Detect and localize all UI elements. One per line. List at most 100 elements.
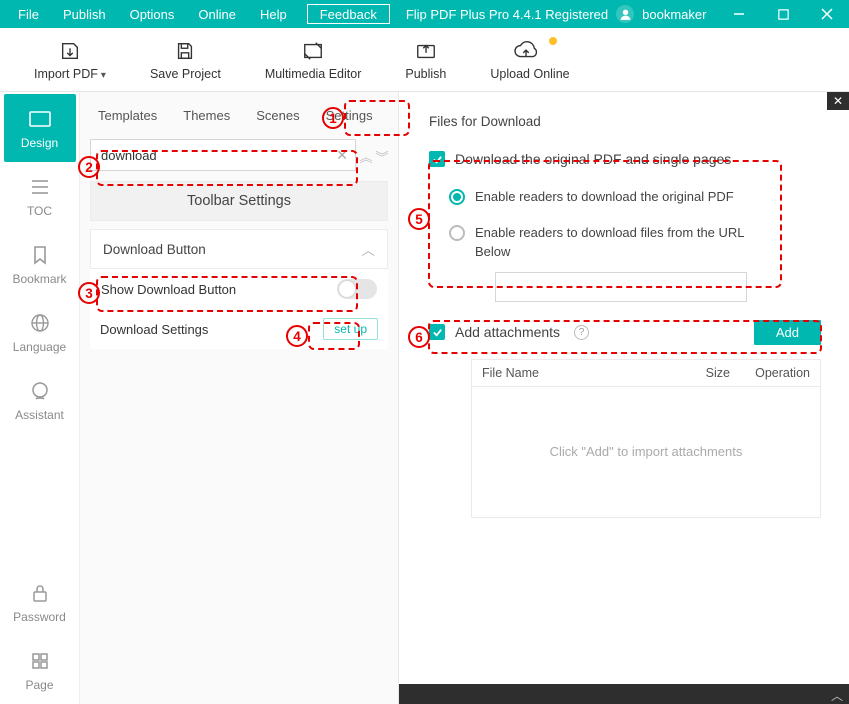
download-button-header[interactable]: Download Button ︿	[90, 229, 388, 269]
minimize-button[interactable]	[717, 0, 761, 28]
chevron-up-icon: ︿	[362, 239, 376, 259]
tab-themes[interactable]: Themes	[181, 106, 232, 125]
statusbar: ︿	[399, 684, 849, 704]
download-original-checkbox[interactable]	[429, 151, 445, 167]
notification-dot-icon	[549, 37, 557, 45]
save-project-button[interactable]: Save Project	[128, 28, 243, 92]
sidebar-page-label: Page	[25, 678, 53, 692]
close-button[interactable]	[805, 0, 849, 28]
upload-online-button[interactable]: Upload Online	[468, 28, 591, 92]
cloud-upload-icon	[513, 39, 547, 63]
sidebar-password-label: Password	[13, 610, 66, 624]
publish-label: Publish	[405, 67, 446, 81]
sidebar-item-bookmark[interactable]: Bookmark	[0, 230, 79, 298]
radio-circle-icon	[449, 225, 465, 241]
menu-help[interactable]: Help	[248, 0, 299, 28]
publish-button[interactable]: Publish	[383, 28, 468, 92]
sidebar-toc-label: TOC	[27, 204, 52, 218]
bookmark-icon	[30, 244, 50, 266]
toc-icon	[30, 176, 50, 198]
chevron-up-icon[interactable]: ︿	[831, 687, 843, 704]
assistant-icon	[30, 380, 50, 402]
search-input[interactable]	[90, 139, 356, 171]
add-attachments-checkbox[interactable]	[429, 324, 445, 340]
import-pdf-label: Import PDF	[34, 67, 106, 81]
globe-icon	[30, 312, 50, 334]
titlebar: File Publish Options Online Help Feedbac…	[0, 0, 849, 28]
maximize-button[interactable]	[761, 0, 805, 28]
show-download-toggle[interactable]	[337, 279, 377, 299]
settings-panel: Templates Themes Scenes Settings ✕ ︽ ︾ T…	[80, 92, 398, 704]
download-original-section: Download the original PDF and single pag…	[429, 151, 821, 167]
th-operation: Operation	[730, 366, 810, 380]
show-download-label: Show Download Button	[101, 282, 236, 297]
download-url-input[interactable]	[495, 272, 747, 302]
expand-down-icon[interactable]: ︾	[374, 147, 390, 174]
lock-icon	[30, 582, 50, 604]
help-icon[interactable]: ?	[574, 325, 589, 340]
grid-icon	[30, 650, 50, 672]
table-header: File Name Size Operation	[472, 360, 820, 387]
publish-icon	[415, 39, 437, 63]
radio-download-pdf[interactable]: Enable readers to download the original …	[449, 187, 769, 207]
collapse-up-icon[interactable]: ︽	[358, 147, 374, 174]
menu-file[interactable]: File	[6, 0, 51, 28]
sidebar-item-language[interactable]: Language	[0, 298, 79, 366]
sidebar-item-page[interactable]: Page	[0, 636, 79, 704]
setup-button[interactable]: set up	[323, 318, 378, 340]
sidebar: Design TOC Bookmark Language Assistant P…	[0, 92, 80, 704]
th-size: Size	[680, 366, 730, 380]
radio-circle-icon	[449, 189, 465, 205]
radio-download-pdf-label: Enable readers to download the original …	[475, 187, 734, 207]
sidebar-bookmark-label: Bookmark	[12, 272, 66, 286]
th-filename: File Name	[482, 366, 680, 380]
close-panel-icon[interactable]: ✕	[827, 92, 849, 110]
sidebar-item-design[interactable]: Design	[4, 94, 76, 162]
import-pdf-button[interactable]: Import PDF	[12, 28, 128, 92]
upload-online-label: Upload Online	[490, 67, 569, 81]
sidebar-design-label: Design	[21, 136, 58, 150]
show-download-row: Show Download Button	[90, 269, 388, 309]
multimedia-editor-button[interactable]: Multimedia Editor	[243, 28, 384, 92]
sidebar-spacer	[0, 434, 79, 568]
download-settings-label: Download Settings	[100, 322, 208, 337]
search-box: ✕	[90, 139, 356, 171]
tab-settings[interactable]: Settings	[324, 106, 375, 125]
attachments-table: File Name Size Operation Click "Add" to …	[471, 359, 821, 518]
menu-online[interactable]: Online	[186, 0, 248, 28]
download-button-title: Download Button	[103, 242, 206, 257]
feedback-button[interactable]: Feedback	[307, 4, 390, 24]
sidebar-item-password[interactable]: Password	[0, 568, 79, 636]
attachments-section: Add attachments ? Add File Name Size Ope…	[429, 320, 821, 518]
radio-download-url[interactable]: Enable readers to download files from th…	[449, 223, 769, 262]
user-avatar-icon	[616, 5, 634, 23]
import-icon	[58, 39, 82, 63]
main-toolbar: Import PDF Save Project Multimedia Edito…	[0, 28, 849, 92]
sidebar-item-toc[interactable]: TOC	[0, 162, 79, 230]
files-for-download-title: Files for Download	[429, 114, 821, 129]
app-title-area: Flip PDF Plus Pro 4.4.1 Registered bookm…	[406, 5, 707, 23]
multimedia-icon	[302, 39, 324, 63]
download-mode-radios: Enable readers to download the original …	[449, 187, 821, 302]
menu-options[interactable]: Options	[118, 0, 187, 28]
user-name[interactable]: bookmaker	[642, 7, 706, 22]
sidebar-language-label: Language	[13, 340, 66, 354]
save-icon	[174, 39, 196, 63]
menubar: File Publish Options Online Help	[6, 0, 299, 28]
right-panel: ✕ Files for Download Download the origin…	[398, 92, 849, 704]
body: Design TOC Bookmark Language Assistant P…	[0, 92, 849, 704]
design-icon	[28, 108, 52, 130]
window-buttons	[717, 0, 849, 28]
section-toolbar-settings: Toolbar Settings	[90, 181, 388, 221]
tab-templates[interactable]: Templates	[96, 106, 159, 125]
add-attachment-button[interactable]: Add	[754, 320, 821, 345]
panel-tabs: Templates Themes Scenes Settings	[88, 92, 390, 139]
menu-publish[interactable]: Publish	[51, 0, 118, 28]
download-original-label: Download the original PDF and single pag…	[455, 151, 731, 167]
clear-search-icon[interactable]: ✕	[336, 147, 348, 164]
table-empty-message: Click "Add" to import attachments	[472, 387, 820, 517]
tab-scenes[interactable]: Scenes	[254, 106, 301, 125]
sidebar-item-assistant[interactable]: Assistant	[0, 366, 79, 434]
sidebar-assistant-label: Assistant	[15, 408, 64, 422]
download-settings-row: Download Settings set up	[90, 309, 388, 349]
